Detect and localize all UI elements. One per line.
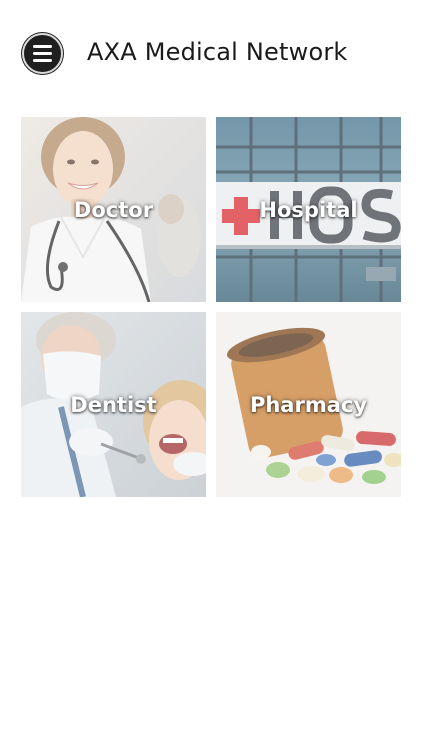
doctor-label: Doctor: [73, 197, 154, 222]
dentist-tile[interactable]: Dentist: [21, 312, 206, 497]
doctor-tile[interactable]: Doctor: [21, 117, 206, 302]
dentist-label: Dentist: [70, 392, 157, 417]
menu-bar-top: [33, 45, 52, 48]
page-title: AXA Medical Network: [87, 38, 348, 66]
hamburger-menu-icon[interactable]: [22, 33, 63, 74]
menu-bar-middle: [33, 52, 52, 55]
pharmacy-label: Pharmacy: [249, 392, 368, 417]
menu-bar-bottom: [33, 59, 52, 62]
hospital-label: Hospital: [259, 197, 358, 222]
hospital-tile[interactable]: Hospital: [216, 117, 401, 302]
screen: AXA Medical Network Doctor Hospital Dent…: [0, 0, 422, 750]
header: AXA Medical Network: [0, 0, 422, 108]
pharmacy-tile[interactable]: Pharmacy: [216, 312, 401, 497]
